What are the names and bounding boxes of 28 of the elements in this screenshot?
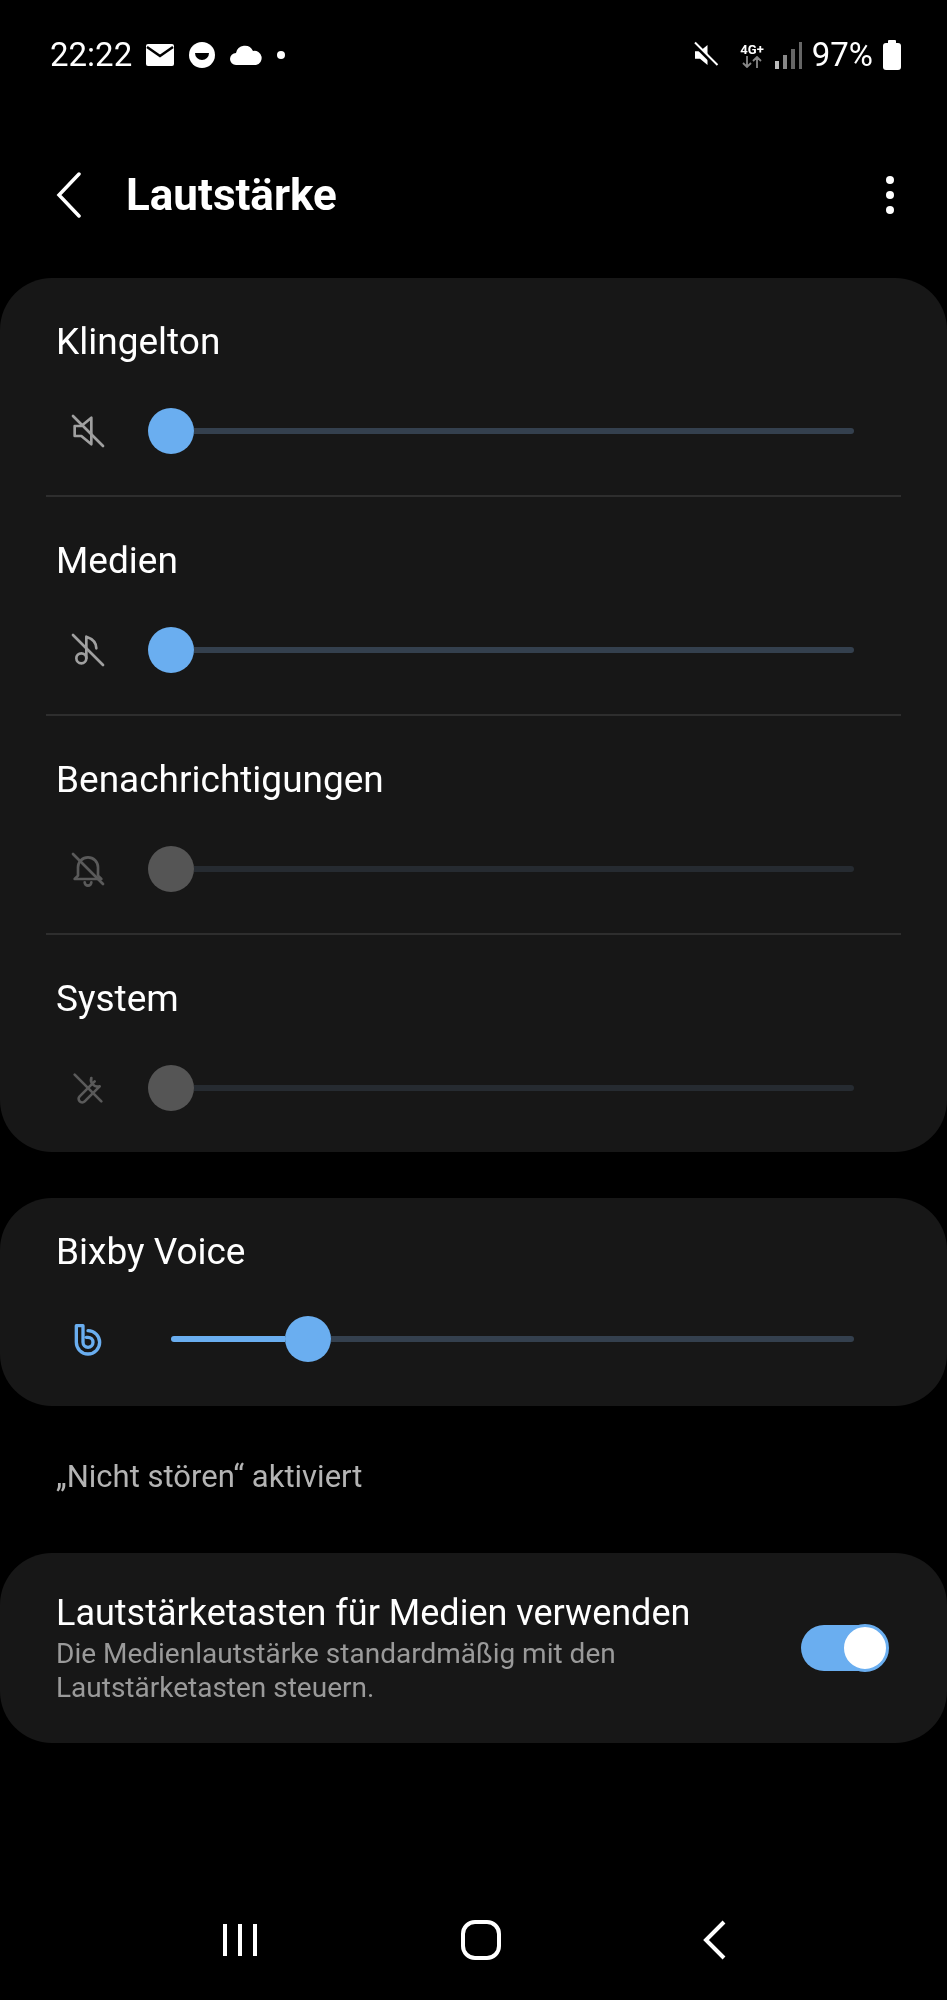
volume-label: System xyxy=(56,977,179,1020)
slider-thumb[interactable] xyxy=(148,846,194,892)
smiley-icon xyxy=(188,41,217,69)
signal-icon xyxy=(773,41,802,69)
home-icon[interactable] xyxy=(460,1919,503,1961)
dot-icon xyxy=(276,50,287,60)
cloud-icon xyxy=(230,45,263,65)
battery-icon xyxy=(883,40,901,70)
mail-icon xyxy=(146,44,175,66)
network-type: 4G+ xyxy=(740,42,764,56)
volume-label: Bixby Voice xyxy=(56,1230,246,1273)
back-icon[interactable] xyxy=(702,1920,727,1960)
clock: 22:22 xyxy=(50,34,133,77)
volume-label: Benachrichtigungen xyxy=(56,758,384,801)
battery-percent: 97% xyxy=(811,34,873,77)
do-not-disturb-notice: „Nicht stören“ aktiviert xyxy=(56,1458,363,1495)
volume-label: Medien xyxy=(56,539,178,582)
slider-thumb[interactable] xyxy=(284,1316,331,1362)
back-icon[interactable] xyxy=(56,172,82,218)
data-arrows-icon xyxy=(741,55,764,68)
slider-thumb[interactable] xyxy=(148,627,194,673)
page-title: Lautstärke xyxy=(126,168,337,223)
setting-description: Die Medienlautstärke standardmäßig mit den Lautstärketasten steuern. xyxy=(56,1636,617,1705)
setting-title: Lautstärketasten für Medien verwenden xyxy=(56,1590,692,1635)
slider-thumb[interactable] xyxy=(148,408,194,454)
volume-label: Klingelton xyxy=(56,320,221,363)
slider-thumb[interactable] xyxy=(148,1065,194,1111)
more-options-icon[interactable] xyxy=(885,175,895,215)
